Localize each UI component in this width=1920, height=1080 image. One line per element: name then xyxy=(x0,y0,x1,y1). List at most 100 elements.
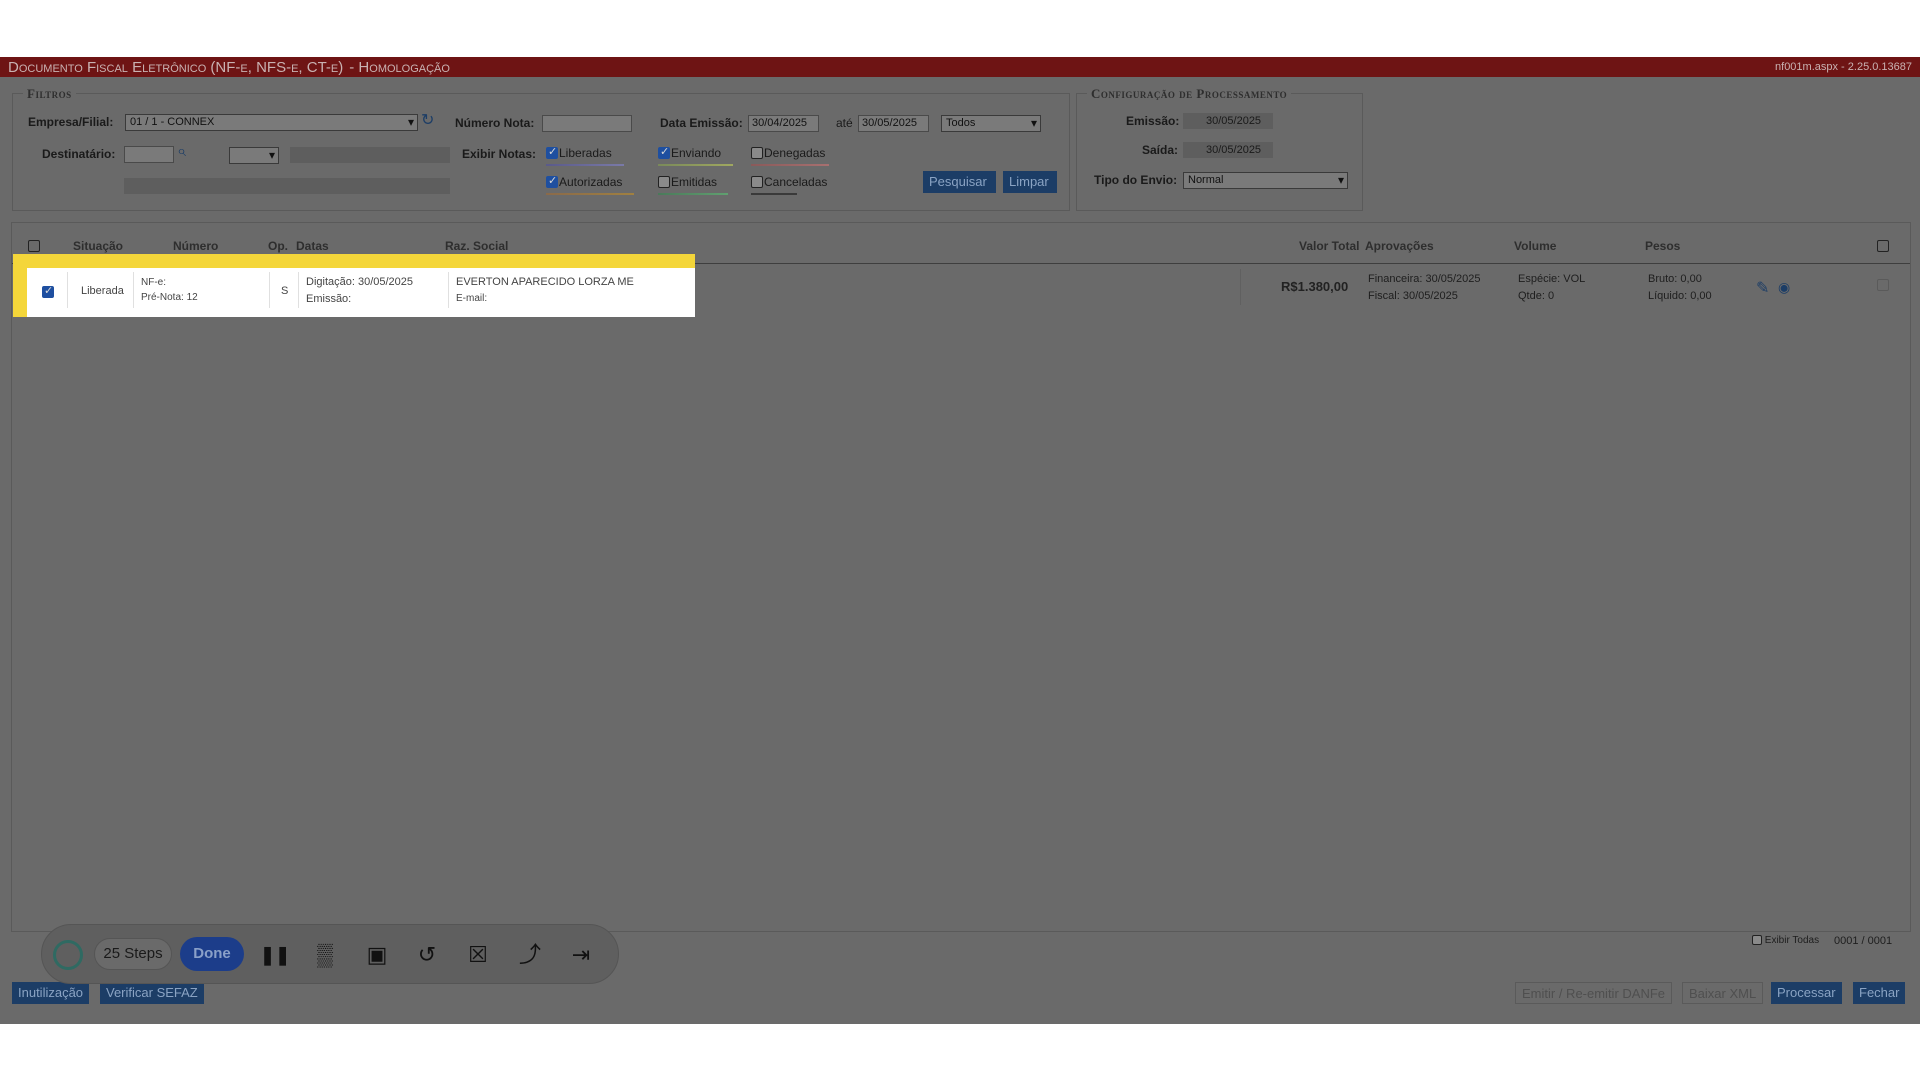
undo-icon[interactable]: ↺ xyxy=(413,941,441,969)
exibir-todas-checkbox[interactable] xyxy=(1752,935,1762,946)
window-title: Documento Fiscal Eletrônico (NF-e, NFS-e… xyxy=(8,58,344,76)
tipo-envio-label: Tipo do Envio: xyxy=(1094,173,1178,187)
col-volume: Volume xyxy=(1514,239,1557,253)
steps-counter: 25 Steps xyxy=(94,938,172,970)
row-valor-total: R$1.380,00 xyxy=(1281,279,1349,294)
app-root: Documento Fiscal Eletrônico (NF-e, NFS-e… xyxy=(0,0,1920,1080)
agent-toolbar: 25 Steps Done ❚❚ ▒ ▣ ↺ ☒ ⤴ ⇥ xyxy=(41,924,619,984)
empresa-label: Empresa/Filial: xyxy=(28,115,114,129)
destinatario-code-input[interactable] xyxy=(124,146,174,163)
enviando-label: Enviando xyxy=(671,146,722,160)
table-row[interactable]: Liberada NF-e: Pré-Nota: 12 S Digitação:… xyxy=(27,268,695,317)
row-emissao: Emissão: xyxy=(306,293,352,305)
denegadas-color-bar xyxy=(751,164,829,166)
destinatario-name-field xyxy=(290,147,450,163)
exibir-todas-label: Exibir Todas xyxy=(1752,935,1819,946)
col-pesos: Pesos xyxy=(1645,239,1681,253)
periodo-select[interactable]: Todos xyxy=(941,115,1041,132)
row-checkbox[interactable] xyxy=(42,284,54,298)
config-legend: Configuração de Processamento xyxy=(1087,86,1292,102)
verificar-sefaz-button[interactable]: Verificar SEFAZ xyxy=(100,982,204,1004)
select-all-right-checkbox[interactable] xyxy=(1877,240,1889,252)
canceladas-color-bar xyxy=(751,193,797,195)
inutilizacao-button[interactable]: Inutilização xyxy=(12,982,90,1004)
autorizadas-label: Autorizadas xyxy=(559,175,623,189)
arrow-up-icon[interactable]: ⤴ xyxy=(516,941,544,969)
done-button[interactable]: Done xyxy=(180,937,244,971)
denegadas-label: Denegadas xyxy=(764,146,826,160)
data-emissao-label: Data Emissão: xyxy=(660,116,743,130)
select-all-checkbox[interactable] xyxy=(28,240,40,252)
emitidas-label: Emitidas xyxy=(671,175,718,189)
col-valor-total: Valor Total xyxy=(1299,239,1360,253)
window-titlebar: Documento Fiscal Eletrônico (NF-e, NFS-e… xyxy=(0,57,1920,77)
emitidas-color-bar xyxy=(658,193,728,195)
fechar-button[interactable]: Fechar xyxy=(1853,982,1906,1004)
autorizadas-color-bar xyxy=(546,193,634,195)
exibir-notas-label: Exibir Notas: xyxy=(462,147,537,161)
liberadas-label: Liberadas xyxy=(559,146,612,160)
limpar-button[interactable]: Limpar xyxy=(1003,171,1057,193)
col-raz-social: Raz. Social xyxy=(445,239,509,253)
ate-label: até xyxy=(836,116,853,130)
row-sep-2 xyxy=(133,272,134,308)
col-datas: Datas xyxy=(296,239,329,253)
col-situacao: Situação xyxy=(73,239,124,253)
pause-icon[interactable]: ❚❚ xyxy=(260,941,290,969)
config-saida-label: Saída: xyxy=(1142,143,1179,157)
autorizadas-checkbox[interactable] xyxy=(546,174,558,188)
paging-indicator: 0001 / 0001 xyxy=(1834,935,1893,947)
row-sep-5 xyxy=(448,272,449,308)
data-de-input[interactable]: 30/04/2025 xyxy=(748,115,819,132)
destinatario-extra-field xyxy=(124,178,450,194)
main-content: Filtros Empresa/Filial: 01 / 1 - CONNEX … xyxy=(0,77,1920,1024)
edit-pencil-icon[interactable]: ✎ xyxy=(1756,278,1769,298)
liberadas-color-bar xyxy=(546,164,624,166)
row-digitacao: Digitação: 30/05/2025 xyxy=(306,276,414,288)
row-situacao[interactable]: Liberada xyxy=(81,285,124,297)
pesquisar-button[interactable]: Pesquisar xyxy=(923,171,996,193)
config-panel: Configuração de Processamento Emissão: 3… xyxy=(1076,86,1363,211)
liberadas-checkbox[interactable] xyxy=(546,145,558,159)
empresa-select[interactable]: 01 / 1 - CONNEX xyxy=(125,114,418,131)
numero-nota-input[interactable] xyxy=(542,115,632,132)
image-icon[interactable]: ▣ xyxy=(363,941,391,969)
processar-button[interactable]: Processar xyxy=(1771,982,1842,1004)
environment-label: - Homologação xyxy=(349,58,450,76)
refresh-icon[interactable]: ↻ xyxy=(421,110,434,130)
agent-logo-icon xyxy=(53,940,83,970)
col-op: Op. xyxy=(268,239,288,253)
row-pre-nota: Pré-Nota: 12 xyxy=(141,292,198,303)
row-email: E-mail: xyxy=(456,293,488,304)
row-right-checkbox[interactable] xyxy=(1877,279,1889,291)
view-eye-icon[interactable]: ◉ xyxy=(1778,279,1790,296)
row-qtde: Qtde: 0 xyxy=(1518,290,1555,302)
col-aprovacoes: Aprovações xyxy=(1365,239,1434,253)
emitidas-checkbox[interactable] xyxy=(658,176,670,188)
row-sep-1 xyxy=(67,272,68,308)
baixar-xml-button[interactable]: Baixar XML xyxy=(1682,982,1764,1004)
version-label: nf001m.aspx - 2.25.0.13687 xyxy=(1775,61,1912,73)
config-emissao-label: Emissão: xyxy=(1126,114,1180,128)
row-sep-4 xyxy=(298,272,299,308)
enviando-color-bar xyxy=(658,164,733,166)
destinatario-type-select[interactable] xyxy=(229,147,279,164)
emitir-danfe-button[interactable]: Emitir / Re-emitir DANFe xyxy=(1515,982,1673,1004)
data-ate-input[interactable]: 30/05/2025 xyxy=(858,115,929,132)
blur-icon[interactable]: ▒ xyxy=(311,941,339,969)
tipo-envio-select[interactable]: Normal xyxy=(1183,172,1348,189)
denegadas-checkbox[interactable] xyxy=(751,147,763,159)
filters-panel: Filtros Empresa/Filial: 01 / 1 - CONNEX … xyxy=(12,86,1070,211)
numero-nota-label: Número Nota: xyxy=(455,116,535,130)
canceladas-checkbox[interactable] xyxy=(751,176,763,188)
canceladas-label: Canceladas xyxy=(764,175,828,189)
row-sep-3 xyxy=(269,272,270,308)
search-icon[interactable]: ⌕ xyxy=(177,143,186,161)
enviando-checkbox[interactable] xyxy=(658,145,670,159)
trash-icon[interactable]: ☒ xyxy=(464,941,492,969)
notes-grid: Situação Número Op. Datas Raz. Social Va… xyxy=(11,222,1911,947)
destinatario-label: Destinatário: xyxy=(42,147,116,161)
filters-legend: Filtros xyxy=(23,86,76,102)
highlighted-row[interactable]: Liberada NF-e: Pré-Nota: 12 S Digitação:… xyxy=(13,254,695,317)
skip-end-icon[interactable]: ⇥ xyxy=(567,941,595,969)
